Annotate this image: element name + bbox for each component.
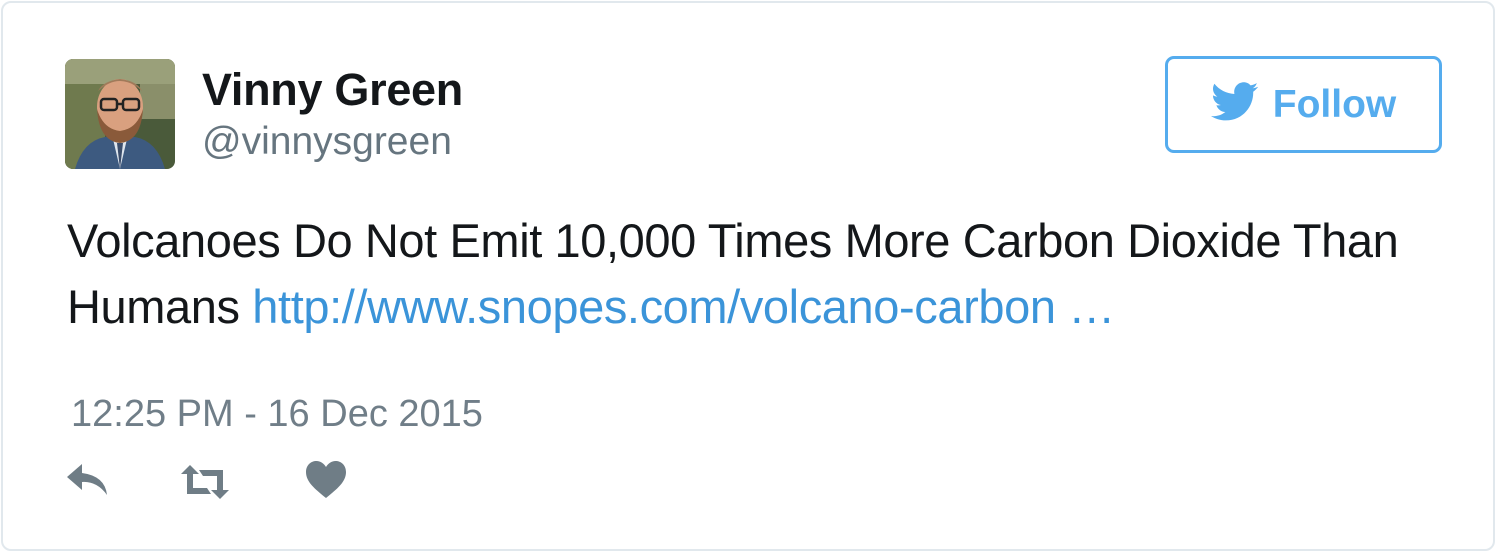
tweet-card: Vinny Green @vinnysgreen Follow Volcanoe… (1, 1, 1495, 551)
retweet-icon (179, 464, 231, 500)
author-handle[interactable]: @vinnysgreen (202, 120, 452, 164)
avatar[interactable] (65, 59, 175, 169)
heart-icon (305, 460, 347, 500)
follow-label: Follow (1272, 82, 1397, 126)
twitter-bird-icon (1210, 82, 1259, 127)
like-button[interactable] (305, 460, 347, 500)
retweet-button[interactable] (179, 464, 231, 500)
author-name[interactable]: Vinny Green (202, 64, 463, 116)
avatar-image (65, 59, 175, 169)
reply-icon (65, 462, 111, 498)
follow-button[interactable]: Follow (1165, 56, 1442, 153)
tweet-text: Volcanoes Do Not Emit 10,000 Times More … (67, 208, 1477, 340)
reply-button[interactable] (65, 462, 111, 498)
tweet-timestamp[interactable]: 12:25 PM - 16 Dec 2015 (71, 393, 483, 436)
tweet-link[interactable]: http://www.snopes.com/volcano-carbon … (252, 280, 1115, 333)
